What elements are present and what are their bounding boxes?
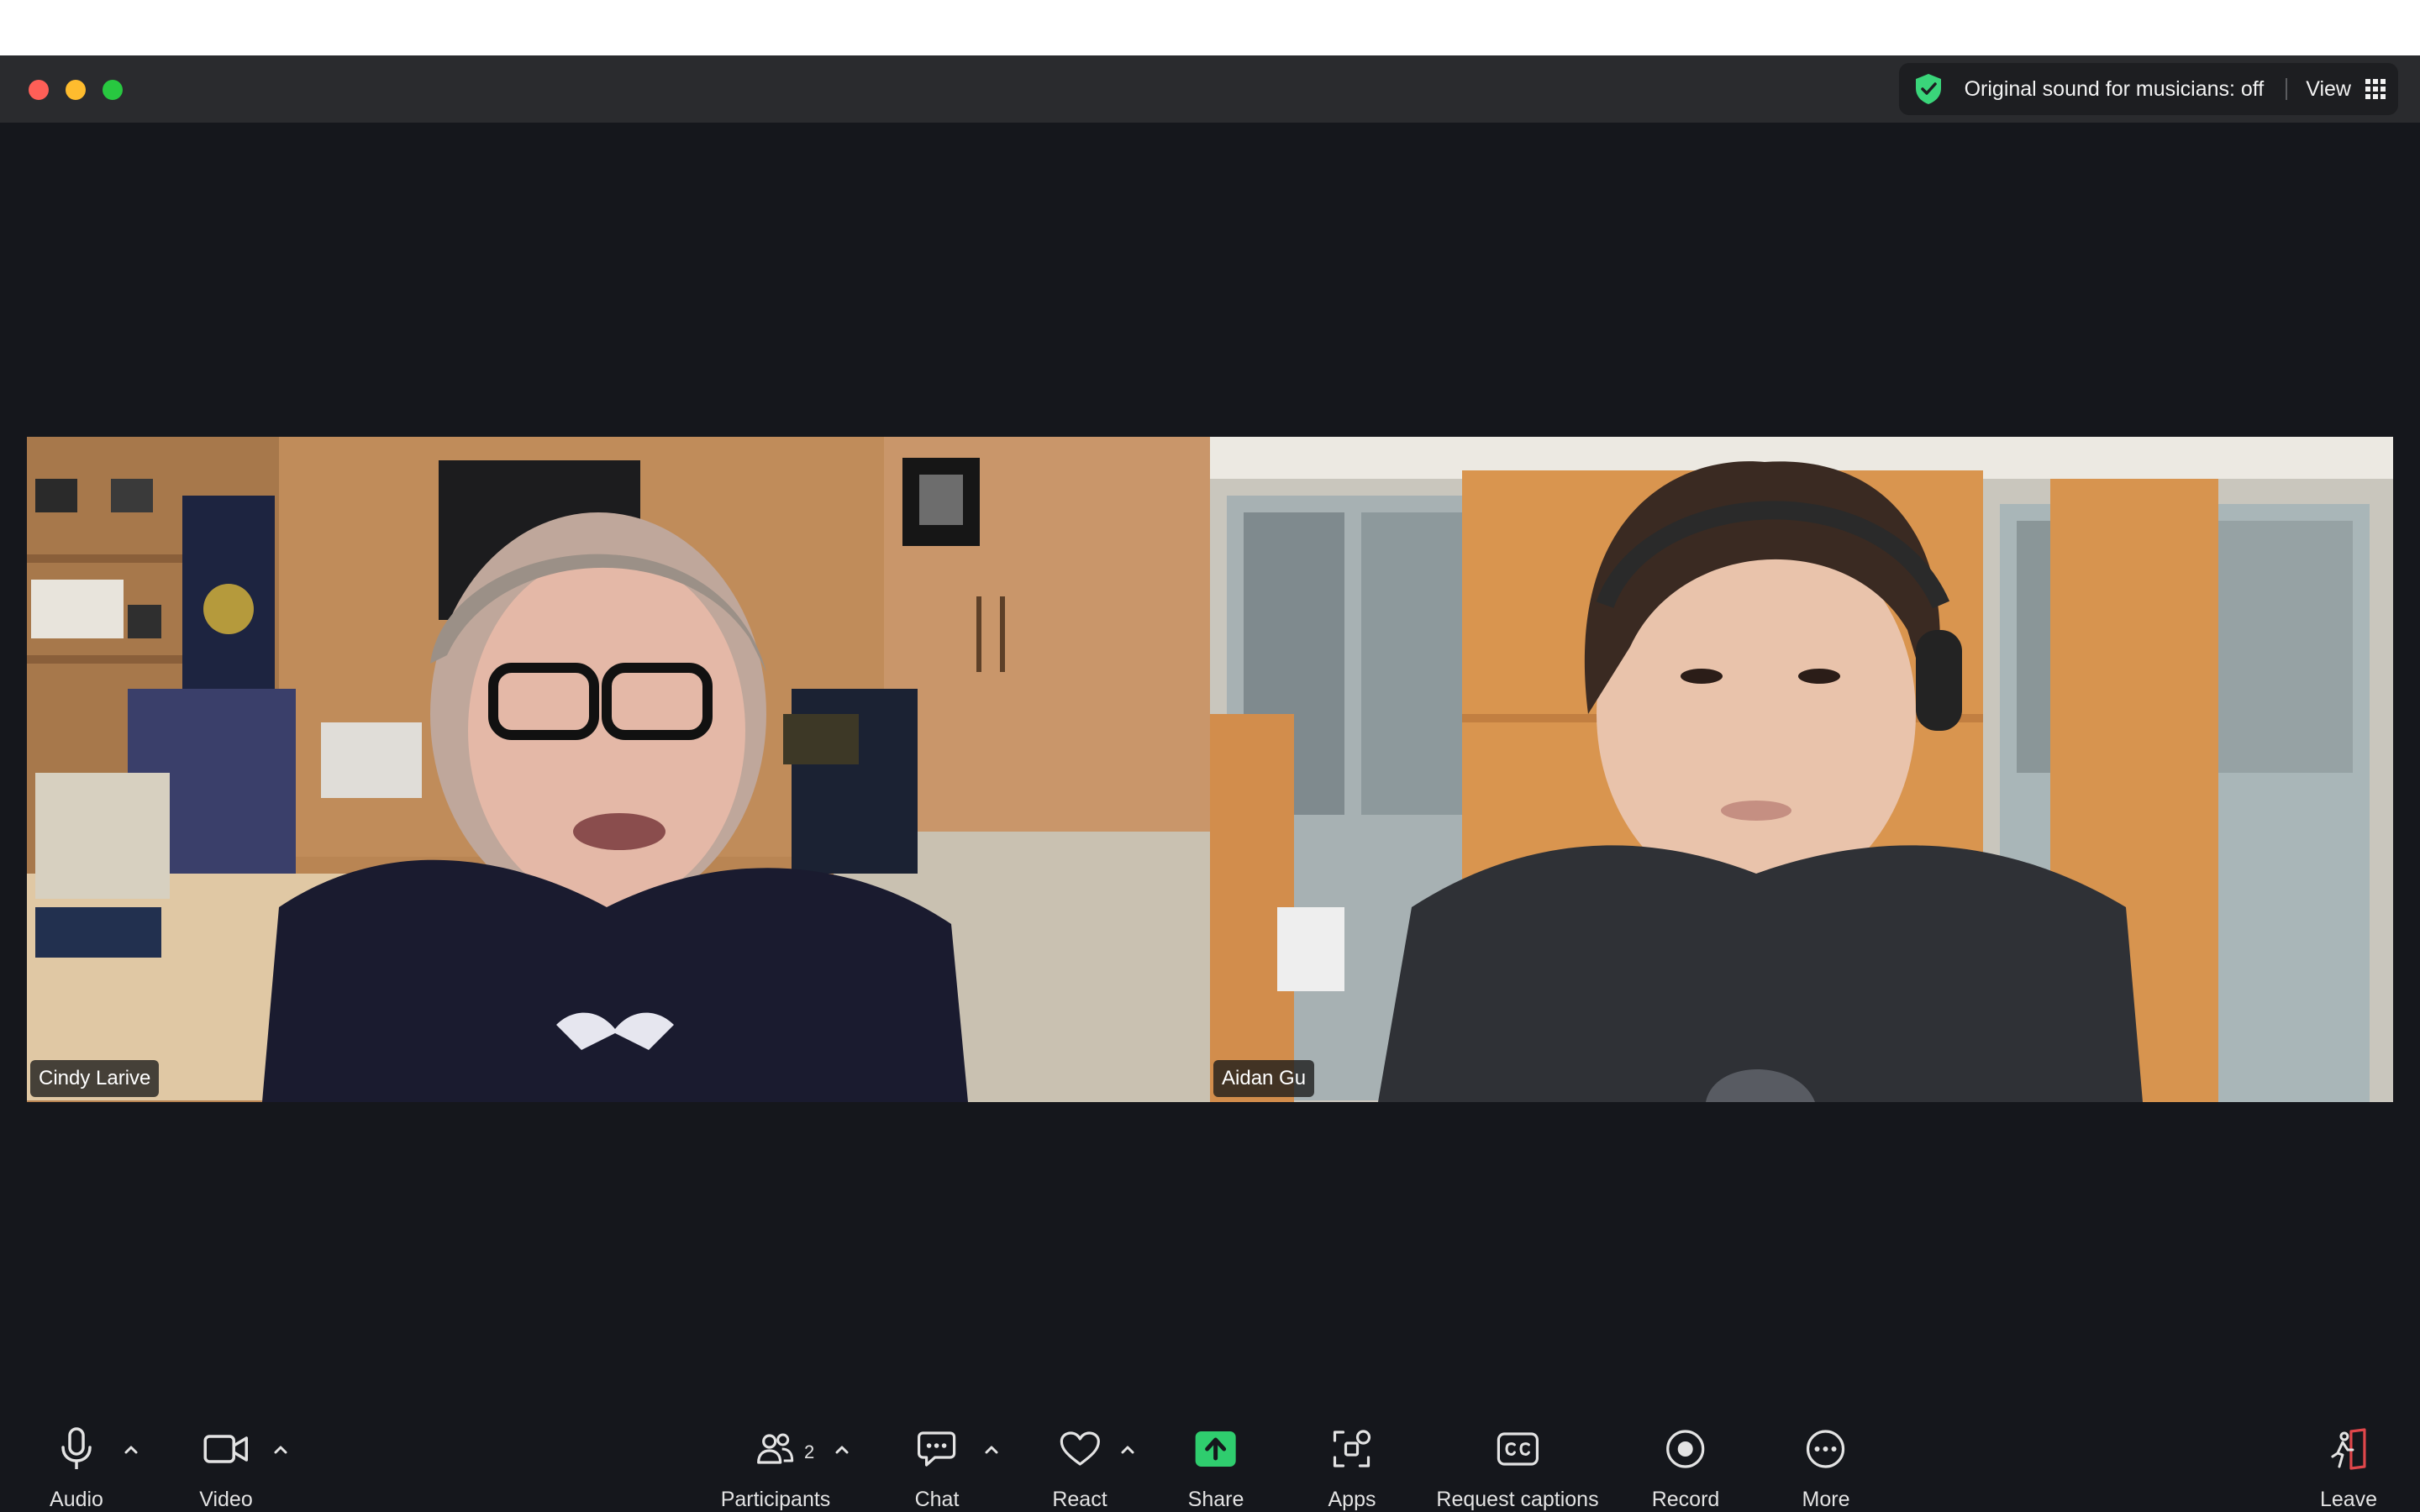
top-right-controls: Original sound for musicians: off View (1898, 63, 2398, 115)
leave-icon (2331, 1427, 2366, 1470)
participant-name-label: Aidan Gu (1213, 1060, 1315, 1097)
share-button[interactable]: Share (1188, 1403, 1244, 1512)
video-camera-icon (203, 1434, 248, 1463)
participants-label: Participants (720, 1488, 831, 1511)
view-button[interactable]: View (2306, 77, 2351, 102)
more-button[interactable]: More (1802, 1403, 1850, 1512)
video-feed-aidan (1210, 437, 2393, 1102)
share-arrow-icon (1196, 1431, 1236, 1467)
participants-icon (757, 1433, 794, 1464)
title-bar: Original sound for musicians: off View (0, 55, 2420, 123)
react-button[interactable]: React (1052, 1403, 1107, 1512)
more-icon (1807, 1429, 1845, 1468)
record-label: Record (1651, 1488, 1720, 1511)
request-captions-label: Request captions (1436, 1488, 1599, 1511)
leave-button[interactable]: Leave (2320, 1403, 2377, 1512)
request-captions-button[interactable]: Request captions (1436, 1403, 1599, 1512)
close-window-button[interactable] (29, 80, 49, 100)
video-feed-cindy (27, 437, 1210, 1102)
minimize-window-button[interactable] (66, 80, 86, 100)
video-tile-aidan[interactable]: Aidan Gu (1210, 437, 2393, 1102)
share-label: Share (1187, 1488, 1244, 1511)
meeting-window: Original sound for musicians: off View C… (0, 55, 2420, 1512)
more-label: More (1802, 1488, 1850, 1511)
leave-label: Leave (2319, 1488, 2378, 1511)
video-tile-cindy[interactable]: Cindy Larive (27, 437, 1210, 1102)
chat-button[interactable]: Chat (914, 1403, 960, 1512)
video-button[interactable]: Video (199, 1403, 253, 1512)
apps-button[interactable]: Apps (1328, 1403, 1376, 1512)
meeting-toolbar: Audio Video Participants 2 Chat React Sh… (0, 1403, 2420, 1512)
apps-icon (1334, 1429, 1371, 1467)
cc-icon (1497, 1431, 1539, 1466)
chevron-up-icon[interactable] (121, 1440, 141, 1460)
participants-count: 2 (804, 1441, 815, 1462)
participant-name-label: Cindy Larive (30, 1060, 160, 1097)
microphone-icon (61, 1426, 92, 1469)
apps-label: Apps (1328, 1488, 1376, 1511)
video-label: Video (199, 1488, 253, 1511)
chevron-up-icon[interactable] (1118, 1440, 1138, 1460)
grid-icon[interactable] (2365, 78, 2386, 100)
react-label: React (1052, 1488, 1107, 1511)
audio-button[interactable]: Audio (50, 1403, 103, 1512)
chat-icon (918, 1431, 956, 1467)
record-button[interactable]: Record (1651, 1403, 1720, 1512)
audio-label: Audio (50, 1488, 103, 1511)
record-icon (1666, 1429, 1705, 1468)
chevron-up-icon[interactable] (981, 1440, 1002, 1460)
chevron-up-icon[interactable] (832, 1440, 852, 1460)
heart-icon (1060, 1431, 1100, 1466)
shield-check-icon (1915, 74, 1941, 104)
chevron-up-icon[interactable] (271, 1440, 291, 1460)
divider (2286, 78, 2288, 100)
maximize-window-button[interactable] (103, 80, 123, 100)
chat-label: Chat (914, 1488, 960, 1511)
original-sound-toggle[interactable]: Original sound for musicians: off (1965, 77, 2265, 102)
